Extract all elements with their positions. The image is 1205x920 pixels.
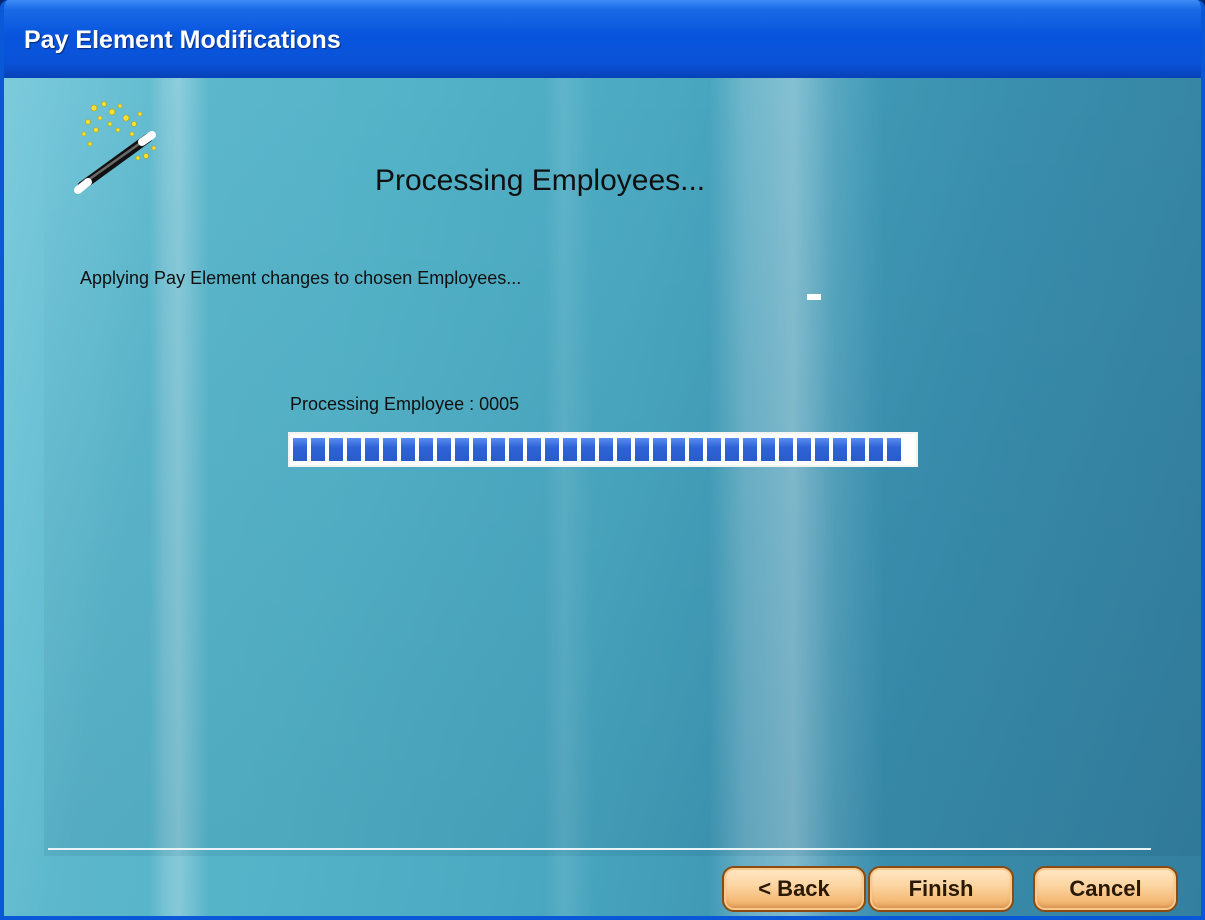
progress-chunk bbox=[473, 438, 487, 461]
progress-chunk bbox=[455, 438, 469, 461]
progress-chunk bbox=[815, 438, 829, 461]
page-heading: Processing Employees... bbox=[375, 164, 706, 197]
window-title: Pay Element Modifications bbox=[24, 26, 341, 54]
progress-chunk bbox=[599, 438, 613, 461]
progress-chunk bbox=[617, 438, 631, 461]
progress-chunk bbox=[851, 438, 865, 461]
progress-chunk bbox=[779, 438, 793, 461]
progress-chunk bbox=[311, 438, 325, 461]
wizard-window: Pay Element Modifications Processing Emp… bbox=[0, 0, 1205, 920]
progress-chunk bbox=[365, 438, 379, 461]
page-subtitle: Applying Pay Element changes to chosen E… bbox=[80, 268, 522, 288]
progress-chunk bbox=[581, 438, 595, 461]
progress-chunk bbox=[509, 438, 523, 461]
progress-chunk bbox=[347, 438, 361, 461]
magic-wand-icon bbox=[74, 98, 174, 198]
progress-chunk bbox=[743, 438, 757, 461]
finish-button[interactable]: Finish bbox=[868, 866, 1014, 912]
progress-chunk bbox=[491, 438, 505, 461]
progress-chunk bbox=[635, 438, 649, 461]
status-marker bbox=[807, 294, 821, 300]
back-button[interactable]: < Back bbox=[722, 866, 866, 912]
progress-chunk bbox=[725, 438, 739, 461]
progress-chunk bbox=[329, 438, 343, 461]
progress-bar bbox=[288, 432, 918, 467]
divider bbox=[48, 848, 1151, 850]
progress-bar-fill bbox=[293, 438, 913, 461]
progress-chunk bbox=[527, 438, 541, 461]
cancel-button[interactable]: Cancel bbox=[1033, 866, 1178, 912]
progress-chunk bbox=[401, 438, 415, 461]
progress-chunk bbox=[563, 438, 577, 461]
progress-chunk bbox=[761, 438, 775, 461]
progress-chunk bbox=[833, 438, 847, 461]
title-bar[interactable]: Pay Element Modifications bbox=[4, 0, 1201, 78]
progress-chunk bbox=[419, 438, 433, 461]
progress-chunk bbox=[689, 438, 703, 461]
progress-chunk bbox=[545, 438, 559, 461]
progress-chunk bbox=[707, 438, 721, 461]
processing-status-label: Processing Employee : 0005 bbox=[290, 394, 520, 414]
progress-chunk bbox=[797, 438, 811, 461]
progress-chunk bbox=[887, 438, 901, 461]
progress-chunk bbox=[437, 438, 451, 461]
progress-chunk bbox=[869, 438, 883, 461]
progress-chunk bbox=[671, 438, 685, 461]
progress-chunk bbox=[383, 438, 397, 461]
wizard-body: Processing Employees... Applying Pay Ele… bbox=[4, 78, 1201, 916]
progress-chunk bbox=[293, 438, 307, 461]
progress-chunk bbox=[653, 438, 667, 461]
